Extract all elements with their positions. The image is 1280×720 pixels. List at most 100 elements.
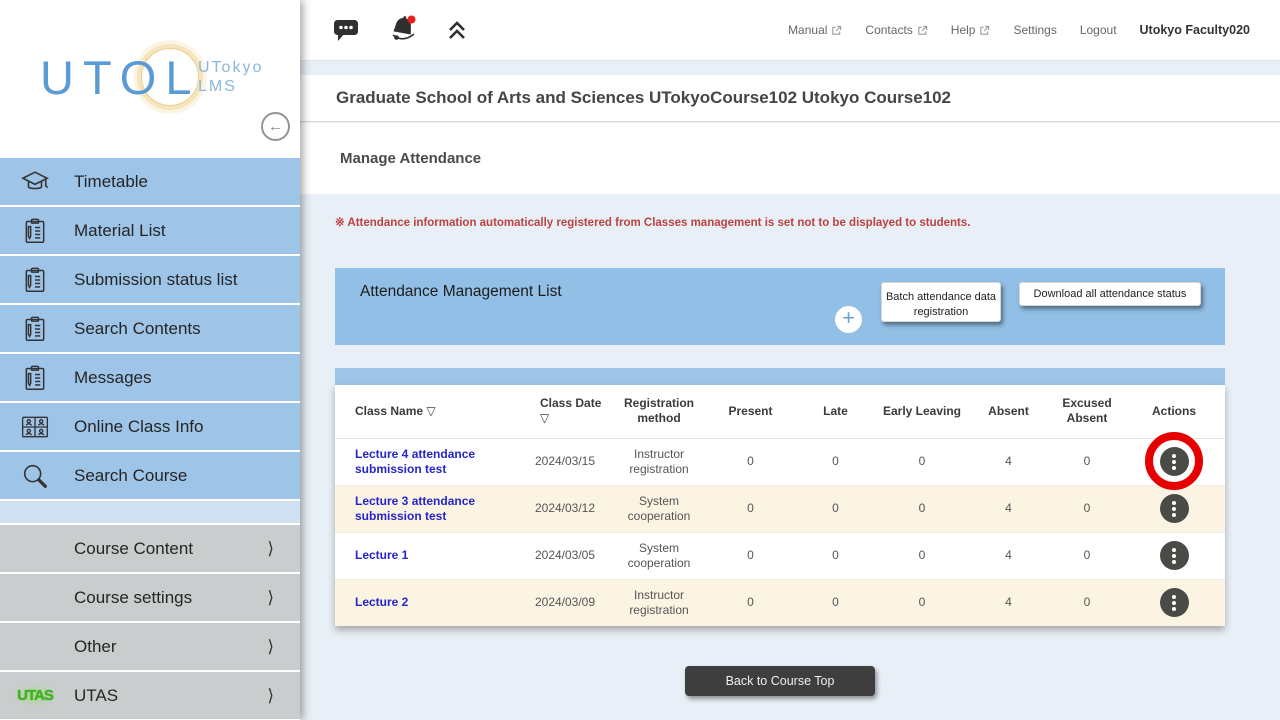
chat-messages-icon[interactable] <box>332 17 360 43</box>
excused-absent-count-cell: 0 <box>1051 438 1123 485</box>
attendance-panel-header: Attendance Management List + Batch atten… <box>335 268 1225 345</box>
class-date-cell: 2024/03/05 <box>520 532 610 579</box>
current-user-name: Utokyo Faculty020 <box>1140 23 1250 37</box>
sidebar-item-timetable[interactable]: Timetable <box>0 158 300 205</box>
topbar: Manual Contacts Help Settings Logout Uto… <box>300 0 1280 61</box>
download-all-attendance-button[interactable]: Download all attendance status <box>1019 282 1201 306</box>
sidebar-item-search-contents[interactable]: Search Contents <box>0 305 300 352</box>
class-name-link[interactable]: Lecture 1 <box>355 548 408 562</box>
batch-attendance-registration-button[interactable]: Batch attendance data registration <box>881 282 1001 322</box>
class-date-cell: 2024/03/15 <box>520 438 610 485</box>
sidebar-section-course-settings[interactable]: Course settings ⟩ <box>0 574 300 621</box>
topbar-nav: Manual Contacts Help Settings Logout Uto… <box>788 23 1250 37</box>
early-leaving-count-cell: 0 <box>878 485 966 532</box>
absent-count-cell: 4 <box>966 579 1051 626</box>
absent-count-cell: 4 <box>966 532 1051 579</box>
chevron-right-icon: ⟩ <box>267 686 274 706</box>
absent-count-cell: 4 <box>966 438 1051 485</box>
graduation-cap-icon <box>16 164 54 200</box>
row-actions-menu-button[interactable] <box>1160 541 1189 570</box>
external-link-icon <box>979 25 990 36</box>
late-count-cell: 0 <box>793 579 878 626</box>
sidebar-section-course-content[interactable]: Course Content ⟩ <box>0 525 300 572</box>
manual-link[interactable]: Manual <box>788 23 842 37</box>
logo-subtitle-line2: LMS <box>198 77 263 96</box>
registration-method-cell: System cooperation <box>610 485 708 532</box>
help-link[interactable]: Help <box>951 23 991 37</box>
row-actions-menu-button[interactable] <box>1160 447 1189 476</box>
absent-count-cell: 4 <box>966 485 1051 532</box>
settings-link[interactable]: Settings <box>1013 23 1056 37</box>
contacts-link[interactable]: Contacts <box>865 23 927 37</box>
class-name-link[interactable]: Lecture 3 attendance submission test <box>355 494 475 523</box>
sort-descending-icon[interactable]: ▽ <box>540 411 610 426</box>
chevron-right-icon: ⟩ <box>267 588 274 608</box>
collapse-topbar-chevrons-icon[interactable] <box>446 19 468 41</box>
sidebar-item-submission-status-list[interactable]: Submission status list <box>0 256 300 303</box>
table-top-strip <box>335 368 1225 385</box>
magnifier-icon <box>16 458 54 494</box>
sidebar-item-label: Online Class Info <box>74 417 203 437</box>
attendance-notice-text: ※ Attendance information automatically r… <box>335 215 970 229</box>
clipboard-icon <box>16 360 54 396</box>
logout-link-label: Logout <box>1080 23 1117 37</box>
panel-title: Attendance Management List <box>360 283 562 301</box>
column-header-early-leaving: Early Leaving <box>878 385 966 438</box>
sidebar-section-other[interactable]: Other ⟩ <box>0 623 300 670</box>
class-name-link[interactable]: Lecture 4 attendance submission test <box>355 447 475 476</box>
present-count-cell: 0 <box>708 579 793 626</box>
sidebar-section-label: UTAS <box>74 686 267 706</box>
column-header-actions: Actions <box>1123 385 1225 438</box>
people-grid-icon <box>16 409 54 445</box>
column-header-present: Present <box>708 385 793 438</box>
sidebar-item-label: Timetable <box>74 172 148 192</box>
add-attendance-button[interactable]: + <box>835 306 862 333</box>
sidebar-item-label: Messages <box>74 368 151 388</box>
excused-absent-count-cell: 0 <box>1051 485 1123 532</box>
clipboard-icon <box>16 311 54 347</box>
clipboard-icon <box>16 213 54 249</box>
late-count-cell: 0 <box>793 532 878 579</box>
row-actions-menu-button[interactable] <box>1160 494 1189 523</box>
collapse-sidebar-button[interactable]: ← <box>261 112 290 141</box>
notifications-bell-icon[interactable] <box>386 14 420 46</box>
sidebar-section-label: Course Content <box>74 539 267 559</box>
settings-link-label: Settings <box>1013 23 1056 37</box>
column-header-registration-method: Registration method <box>610 385 708 438</box>
class-name-link[interactable]: Lecture 2 <box>355 595 408 609</box>
registration-method-cell: Instructor registration <box>610 579 708 626</box>
utas-logo-text: UTAS <box>13 684 57 707</box>
sidebar-item-online-class-info[interactable]: Online Class Info <box>0 403 300 450</box>
row-actions-menu-button[interactable] <box>1160 588 1189 617</box>
logout-link[interactable]: Logout <box>1080 23 1117 37</box>
table-row: Lecture 2 2024/03/09 Instructor registra… <box>335 579 1225 626</box>
topbar-icons <box>332 14 468 46</box>
course-title: Graduate School of Arts and Sciences UTo… <box>336 88 951 108</box>
column-header-excused-absent: Excused Absent <box>1051 385 1123 438</box>
early-leaving-count-cell: 0 <box>878 438 966 485</box>
chevron-right-icon: ⟩ <box>267 637 274 657</box>
page-title: Manage Attendance <box>340 150 481 167</box>
utol-logo-subtitle: UTokyo LMS <box>198 58 263 96</box>
sidebar-section-utas[interactable]: UTAS UTAS ⟩ <box>0 672 300 719</box>
registration-method-cell: System cooperation <box>610 532 708 579</box>
contacts-link-label: Contacts <box>865 23 912 37</box>
external-link-icon <box>917 25 928 36</box>
excused-absent-count-cell: 0 <box>1051 579 1123 626</box>
plus-icon: + <box>842 305 855 330</box>
column-header-class-name[interactable]: Class Name ▽ <box>335 385 520 438</box>
manual-link-label: Manual <box>788 23 827 37</box>
sidebar-item-label: Material List <box>74 221 166 241</box>
column-header-class-date[interactable]: Class Date ▽ <box>520 385 610 438</box>
sidebar-item-messages[interactable]: Messages <box>0 354 300 401</box>
sort-descending-icon[interactable]: ▽ <box>426 404 435 418</box>
sidebar-item-material-list[interactable]: Material List <box>0 207 300 254</box>
utol-logo: UTOL <box>40 50 201 105</box>
back-to-course-top-button[interactable]: Back to Course Top <box>685 666 875 696</box>
table-row: Lecture 3 attendance submission test 202… <box>335 485 1225 532</box>
sidebar-item-search-course[interactable]: Search Course <box>0 452 300 499</box>
sidebar: UTOL UTokyo LMS ← Timetable <box>0 0 300 720</box>
clipboard-icon <box>16 262 54 298</box>
logo-subtitle-line1: UTokyo <box>198 58 263 77</box>
attendance-table: Class Name ▽ Class Date ▽ Registration m… <box>335 385 1225 626</box>
